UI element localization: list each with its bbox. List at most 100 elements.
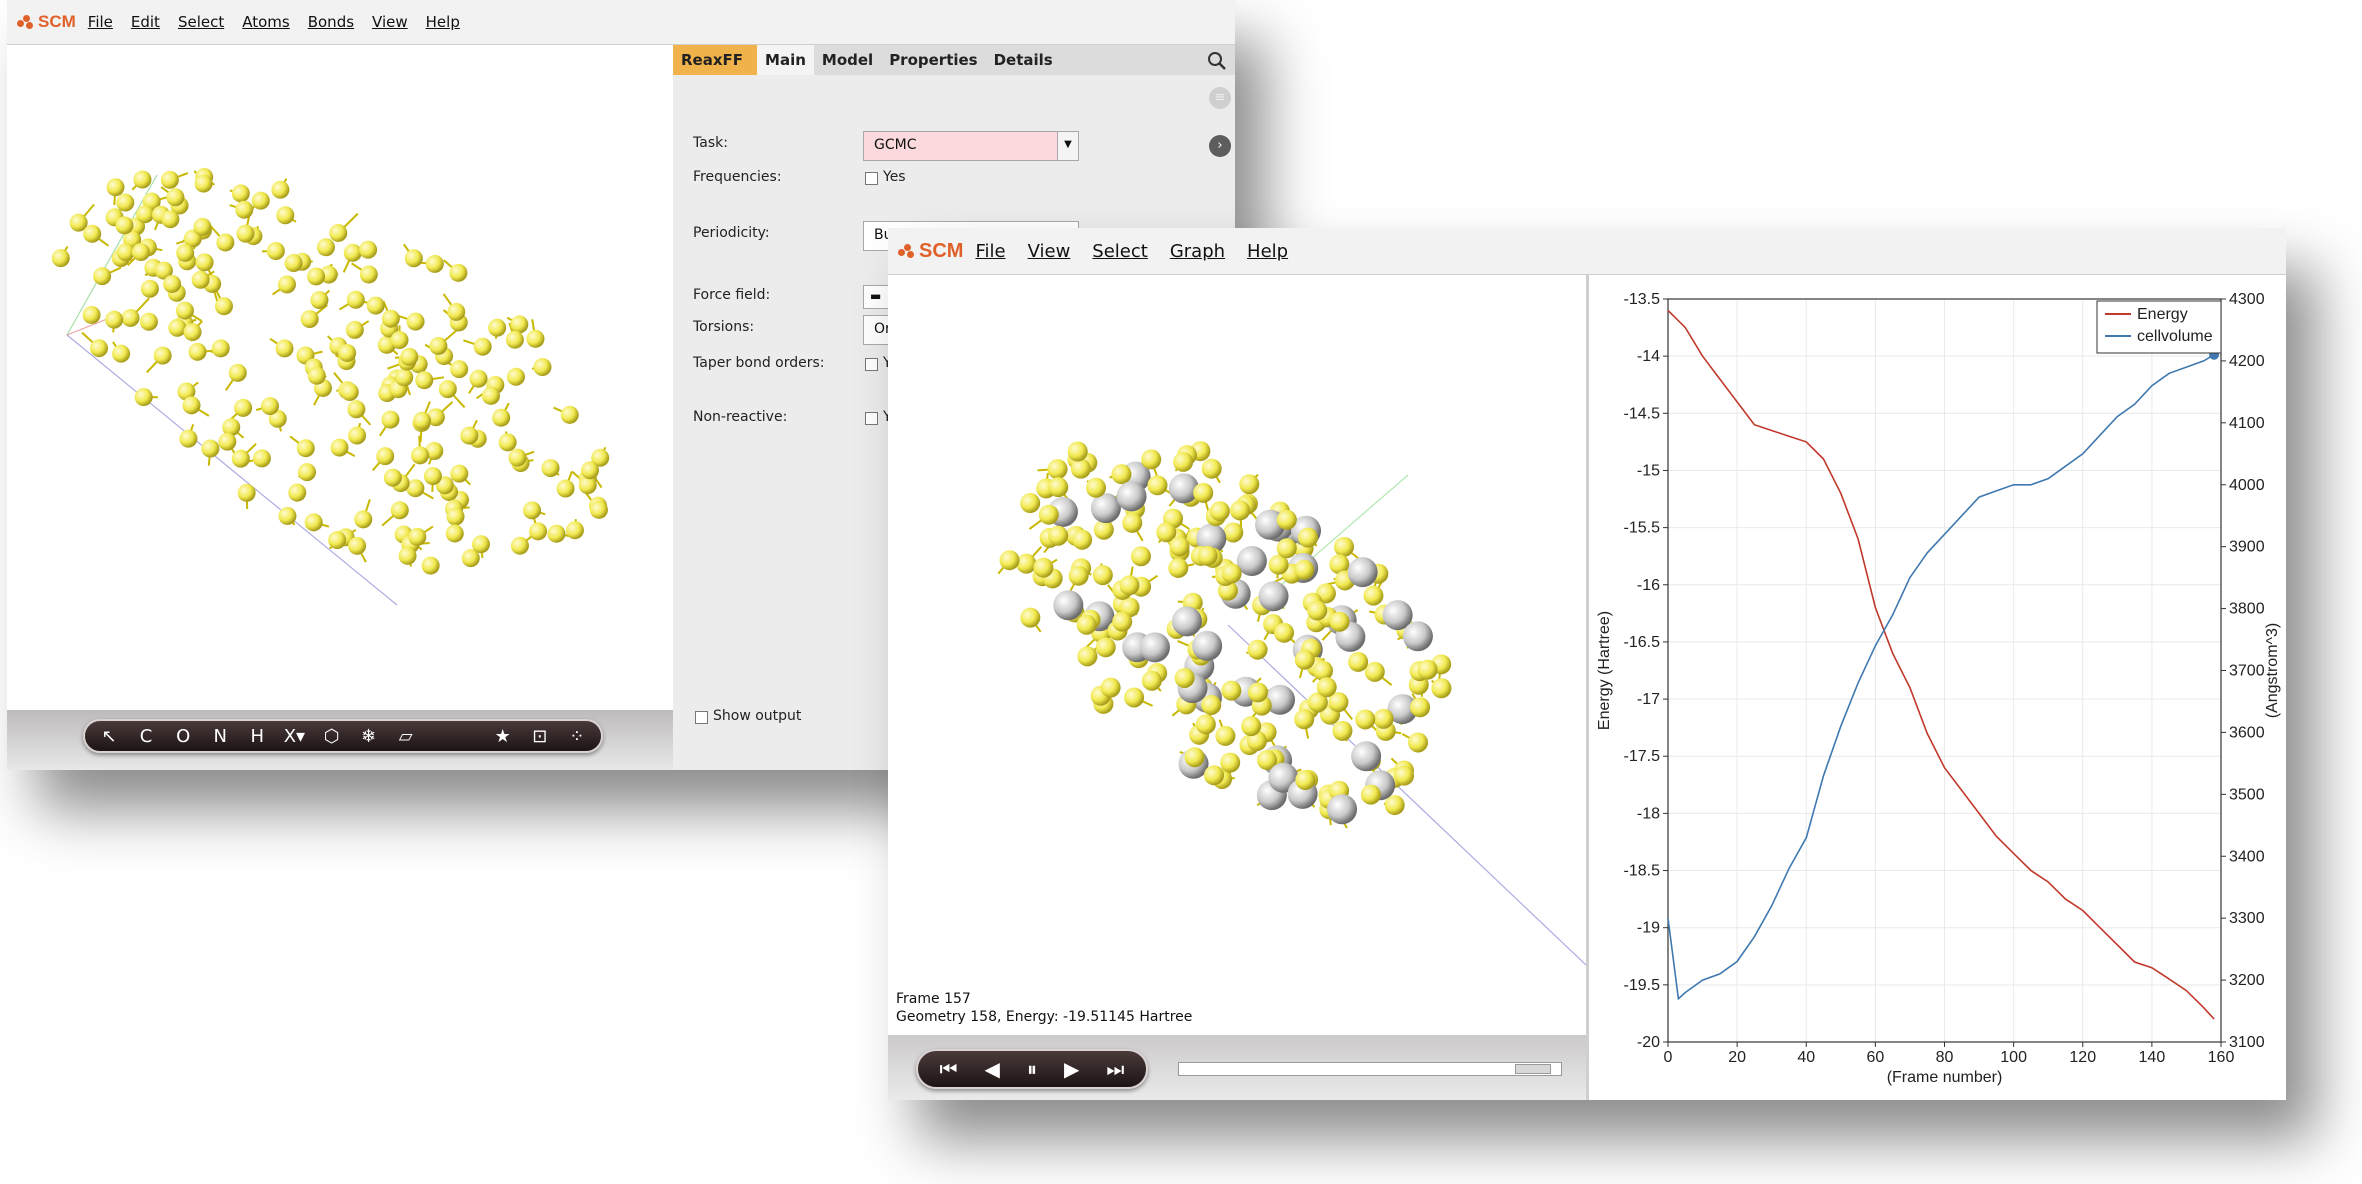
previous-frame-icon[interactable]: ◀ <box>985 1057 1000 1081</box>
sulfur-atom <box>195 253 214 272</box>
menu-bonds[interactable]: Bonds <box>308 13 354 31</box>
sulfur-atom <box>488 318 507 337</box>
show-output-label: Show output <box>713 708 802 724</box>
carbon-tool-button[interactable]: C <box>132 726 160 747</box>
next-frame-icon[interactable]: ▶ <box>1064 1057 1079 1081</box>
frequencies-checkbox[interactable] <box>865 172 878 185</box>
sulfur-atom <box>510 536 529 555</box>
select-tool-icon[interactable]: ↖ <box>95 726 123 747</box>
pause-icon[interactable]: ⏸ <box>1027 1057 1037 1081</box>
x-tick-label: 140 <box>2139 1049 2166 1066</box>
hydrogen-tool-button[interactable]: H <box>243 726 271 747</box>
nitrogen-tool-button[interactable]: N <box>206 726 234 747</box>
frame-slider-thumb[interactable] <box>1514 1064 1551 1074</box>
menu-graph[interactable]: Graph <box>1170 241 1225 262</box>
snowflake-tool-icon[interactable]: ❄ <box>355 726 383 747</box>
sulfur-atom <box>140 279 159 298</box>
molecule-viewport[interactable]: Frame 157 Geometry 158, Energy: -19.5114… <box>888 275 1587 1035</box>
region-tool-icon[interactable]: ⊡ <box>526 726 554 747</box>
star-icon[interactable]: ★ <box>489 726 517 747</box>
sulfur-atom <box>93 267 112 286</box>
frame-slider[interactable] <box>1178 1062 1562 1076</box>
menu-edit[interactable]: Edit <box>131 13 160 31</box>
search-icon[interactable] <box>1207 51 1227 71</box>
non-reactive-checkbox[interactable] <box>865 412 878 425</box>
menu-file[interactable]: File <box>88 13 113 31</box>
tab-details[interactable]: Details <box>986 45 1061 75</box>
sulfur-atom <box>526 329 545 348</box>
sulfur-atom <box>400 347 419 366</box>
sulfur-atom <box>191 270 210 289</box>
sulfur-atom <box>1294 649 1315 670</box>
sulfur-atom <box>481 386 500 405</box>
y2-tick-label: 3600 <box>2229 724 2265 741</box>
taper-bond-orders-checkbox[interactable] <box>865 358 878 371</box>
sulfur-atom <box>1169 536 1190 557</box>
tab-main[interactable]: Main <box>757 45 814 75</box>
sulfur-atom <box>112 344 131 363</box>
first-frame-icon[interactable]: ⏮ <box>940 1057 958 1081</box>
task-value: GCMC <box>874 137 917 153</box>
y2-tick-label: 3900 <box>2229 539 2265 556</box>
show-output-checkbox[interactable] <box>695 711 708 724</box>
task-label: Task: <box>693 135 728 151</box>
sulfur-atom <box>1230 500 1251 521</box>
sulfur-atom <box>1122 512 1143 533</box>
sulfur-atom <box>359 265 378 284</box>
sulfur-atom <box>90 339 109 358</box>
halogen-tool-button[interactable]: X▾ <box>280 726 308 747</box>
tab-model[interactable]: Model <box>814 45 881 75</box>
menu-file[interactable]: File <box>975 241 1005 262</box>
sulfur-atom <box>1220 752 1241 773</box>
menu-view[interactable]: View <box>372 13 408 31</box>
torsions-label: Torsions: <box>693 319 755 335</box>
next-panel-icon[interactable]: › <box>1209 135 1231 157</box>
sulfur-atom <box>304 513 323 532</box>
scm-logo[interactable]: SCM <box>898 240 963 263</box>
edit-toolbar: ↖ C O N H X▾ ⬡ ❄ ▱ ★ ⊡ ⁘ <box>83 719 603 753</box>
panel-menu-icon[interactable]: ≡ <box>1209 87 1231 109</box>
sulfur-atom <box>237 483 256 502</box>
sulfur-atom <box>329 223 348 242</box>
sulfur-atom <box>1417 659 1438 680</box>
sulfur-atom <box>310 291 329 310</box>
sulfur-atom <box>1193 482 1214 503</box>
sulfur-atom <box>218 432 237 451</box>
x-tick-label: 0 <box>1664 1049 1673 1066</box>
sulfur-atom <box>316 238 335 257</box>
sulfur-atom <box>175 301 194 320</box>
menu-view[interactable]: View <box>1028 241 1071 262</box>
sulfur-atom <box>236 224 255 243</box>
molecule-viewport[interactable] <box>7 45 673 710</box>
heavy-atom <box>1192 630 1223 661</box>
plane-tool-icon[interactable]: ▱ <box>392 726 420 747</box>
sulfur-atom <box>300 310 319 329</box>
sulfur-atom <box>1363 585 1384 606</box>
tab-properties[interactable]: Properties <box>881 45 985 75</box>
menu-help[interactable]: Help <box>1247 241 1288 262</box>
menu-select[interactable]: Select <box>178 13 224 31</box>
sulfur-atom <box>1204 765 1225 786</box>
heavy-atom <box>1347 557 1378 588</box>
last-frame-icon[interactable]: ⏭ <box>1106 1057 1124 1081</box>
scm-logo[interactable]: SCM <box>17 12 76 32</box>
ring-tool-icon[interactable]: ⬡ <box>317 726 345 747</box>
graph-panel[interactable]: 0 20 40 60 80 100 120 140 160 -13.5 -14 -14.5 -15 -15… <box>1589 275 2286 1100</box>
sulfur-atom <box>510 315 529 334</box>
sulfur-atom <box>1086 477 1107 498</box>
sulfur-atom <box>423 467 442 486</box>
menu-select[interactable]: Select <box>1092 241 1148 262</box>
menu-atoms[interactable]: Atoms <box>242 13 289 31</box>
sulfur-atom <box>131 243 150 262</box>
menu-help[interactable]: Help <box>426 13 460 31</box>
oxygen-tool-button[interactable]: O <box>169 726 197 747</box>
sulfur-atom <box>429 336 448 355</box>
sulfur-atom <box>193 217 212 236</box>
task-combo[interactable]: GCMC ▼ <box>863 131 1079 161</box>
cluster-tool-icon[interactable]: ⁘ <box>563 726 591 747</box>
sulfur-atom <box>340 383 359 402</box>
sulfur-atom <box>1092 565 1113 586</box>
sulfur-atom <box>328 531 347 550</box>
tab-reaxff[interactable]: ReaxFF <box>673 45 758 75</box>
sulfur-atom <box>413 411 432 430</box>
